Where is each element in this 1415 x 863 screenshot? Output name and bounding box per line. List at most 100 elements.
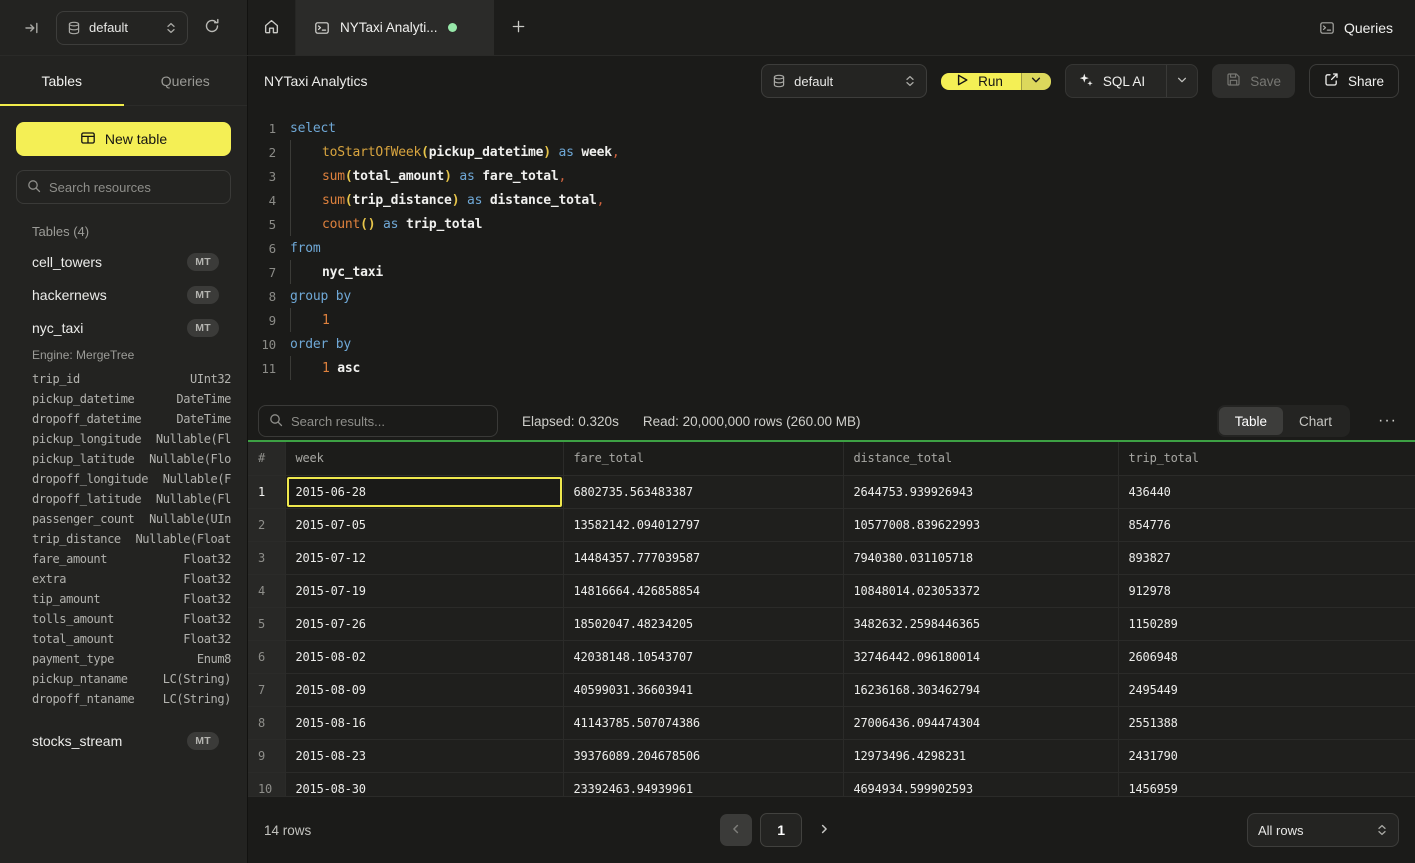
- result-cell[interactable]: 7940380.031105718: [843, 541, 1118, 574]
- sql-ai-button[interactable]: SQL AI: [1065, 64, 1198, 98]
- result-cell[interactable]: 13582142.094012797: [563, 508, 843, 541]
- view-tab-table[interactable]: Table: [1219, 407, 1283, 435]
- indent-guide: [290, 308, 291, 332]
- next-page-button[interactable]: [810, 814, 838, 846]
- topbar-db-selector[interactable]: default: [56, 11, 188, 45]
- result-cell[interactable]: 10577008.839622993: [843, 508, 1118, 541]
- result-cell[interactable]: 23392463.94939961: [563, 772, 843, 796]
- results-more-button[interactable]: ···: [1374, 412, 1401, 430]
- result-cell[interactable]: 2015-07-12: [285, 541, 563, 574]
- result-cell[interactable]: 2606948: [1118, 640, 1415, 673]
- result-cell[interactable]: 2495449: [1118, 673, 1415, 706]
- table-row: 92015-08-2339376089.20467850612973496.42…: [248, 739, 1415, 772]
- line-number: 11: [248, 361, 282, 376]
- line-number: 2: [248, 145, 282, 160]
- result-cell[interactable]: 2015-07-05: [285, 508, 563, 541]
- result-cell[interactable]: 16236168.303462794: [843, 673, 1118, 706]
- result-cell[interactable]: 4694934.599902593: [843, 772, 1118, 796]
- row-number: 7: [248, 673, 285, 706]
- engine-badge: MT: [187, 319, 219, 337]
- result-cell[interactable]: 14816664.426858854: [563, 574, 843, 607]
- result-cell[interactable]: 2015-06-28: [285, 475, 563, 508]
- result-cell[interactable]: 40599031.36603941: [563, 673, 843, 706]
- table-name: cell_towers: [32, 254, 187, 270]
- result-cell[interactable]: 2015-08-09: [285, 673, 563, 706]
- result-cell[interactable]: 436440: [1118, 475, 1415, 508]
- result-cell[interactable]: 41143785.507074386: [563, 706, 843, 739]
- home-button[interactable]: [248, 0, 296, 55]
- code-text: count() as trip_total: [282, 212, 482, 236]
- result-cell[interactable]: 2015-08-16: [285, 706, 563, 739]
- result-cell[interactable]: 39376089.204678506: [563, 739, 843, 772]
- save-button[interactable]: Save: [1212, 64, 1295, 98]
- query-db-selector[interactable]: default: [761, 64, 927, 98]
- sidebar-table-nyc_taxi[interactable]: nyc_taxiMT: [0, 311, 247, 344]
- collapse-sidebar-button[interactable]: [18, 14, 46, 42]
- row-number: 1: [248, 475, 285, 508]
- column-name: pickup_datetime: [32, 392, 134, 412]
- result-cell[interactable]: 893827: [1118, 541, 1415, 574]
- refresh-button[interactable]: [198, 14, 226, 42]
- sql-token: sum: [322, 193, 345, 208]
- sql-token: group by: [290, 289, 351, 304]
- column-row: pickup_longitudeNullable(Fl: [32, 432, 231, 452]
- result-cell[interactable]: 2015-08-02: [285, 640, 563, 673]
- run-button[interactable]: Run: [941, 73, 1021, 90]
- new-table-button[interactable]: New table: [16, 122, 231, 156]
- result-cell[interactable]: 854776: [1118, 508, 1415, 541]
- column-type: Enum8: [197, 652, 231, 672]
- code-line: 5count() as trip_total: [248, 212, 1415, 236]
- column-row: dropoff_datetimeDateTime: [32, 412, 231, 432]
- result-cell[interactable]: 42038148.10543707: [563, 640, 843, 673]
- result-cell[interactable]: 912978: [1118, 574, 1415, 607]
- prev-page-button[interactable]: [720, 814, 752, 846]
- result-cell[interactable]: 1150289: [1118, 607, 1415, 640]
- result-cell[interactable]: 2015-07-26: [285, 607, 563, 640]
- run-options-button[interactable]: [1021, 73, 1051, 90]
- new-tab-button[interactable]: [494, 0, 542, 55]
- sql-editor[interactable]: 1select2toStartOfWeek(pickup_datetime) a…: [248, 106, 1415, 402]
- view-tab-chart[interactable]: Chart: [1283, 407, 1348, 435]
- page-size-selector[interactable]: All rows: [1247, 813, 1399, 847]
- queries-button[interactable]: Queries: [1319, 20, 1393, 36]
- sql-token: [482, 193, 490, 208]
- sidebar-table-cell_towers[interactable]: cell_towersMT: [0, 245, 247, 278]
- column-row: trip_idUInt32: [32, 372, 231, 392]
- search-icon: [27, 179, 41, 196]
- chevron-down-icon: [1176, 74, 1188, 89]
- result-cell[interactable]: 12973496.4298231: [843, 739, 1118, 772]
- column-row: extraFloat32: [32, 572, 231, 592]
- result-cell[interactable]: 2551388: [1118, 706, 1415, 739]
- result-cell[interactable]: 10848014.023053372: [843, 574, 1118, 607]
- sql-token: ,: [559, 169, 567, 184]
- sidebar-tab-tables[interactable]: Tables: [0, 56, 124, 105]
- results-search-input[interactable]: [291, 414, 487, 429]
- tab-nytaxi-analytics[interactable]: NYTaxi Analyti...: [296, 0, 494, 55]
- table-row: 52015-07-2618502047.482342053482632.2598…: [248, 607, 1415, 640]
- table-row: 72015-08-0940599031.3660394116236168.303…: [248, 673, 1415, 706]
- result-cell[interactable]: 1456959: [1118, 772, 1415, 796]
- result-cell[interactable]: 32746442.096180014: [843, 640, 1118, 673]
- column-name: trip_id: [32, 372, 80, 392]
- result-cell[interactable]: 2015-08-23: [285, 739, 563, 772]
- column-name: dropoff_datetime: [32, 412, 141, 432]
- sidebar-table-stocks_stream[interactable]: stocks_streamMT: [0, 724, 247, 757]
- result-cell[interactable]: 2431790: [1118, 739, 1415, 772]
- result-cell[interactable]: 2644753.939926943: [843, 475, 1118, 508]
- result-cell[interactable]: 2015-07-19: [285, 574, 563, 607]
- result-cell[interactable]: 3482632.2598446365: [843, 607, 1118, 640]
- result-cell[interactable]: 6802735.563483387: [563, 475, 843, 508]
- sidebar-tab-queries[interactable]: Queries: [124, 56, 248, 105]
- result-cell[interactable]: 27006436.094474304: [843, 706, 1118, 739]
- indent-guide: [290, 260, 291, 284]
- column-name: tolls_amount: [32, 612, 114, 632]
- result-cell[interactable]: 14484357.777039587: [563, 541, 843, 574]
- result-cell[interactable]: 18502047.48234205: [563, 607, 843, 640]
- resource-search-input[interactable]: [49, 180, 220, 195]
- sql-ai-options-button[interactable]: [1166, 65, 1197, 97]
- line-number: 5: [248, 217, 282, 232]
- result-cell[interactable]: 2015-08-30: [285, 772, 563, 796]
- share-button[interactable]: Share: [1309, 64, 1399, 98]
- column-row: fare_amountFloat32: [32, 552, 231, 572]
- sidebar-table-hackernews[interactable]: hackernewsMT: [0, 278, 247, 311]
